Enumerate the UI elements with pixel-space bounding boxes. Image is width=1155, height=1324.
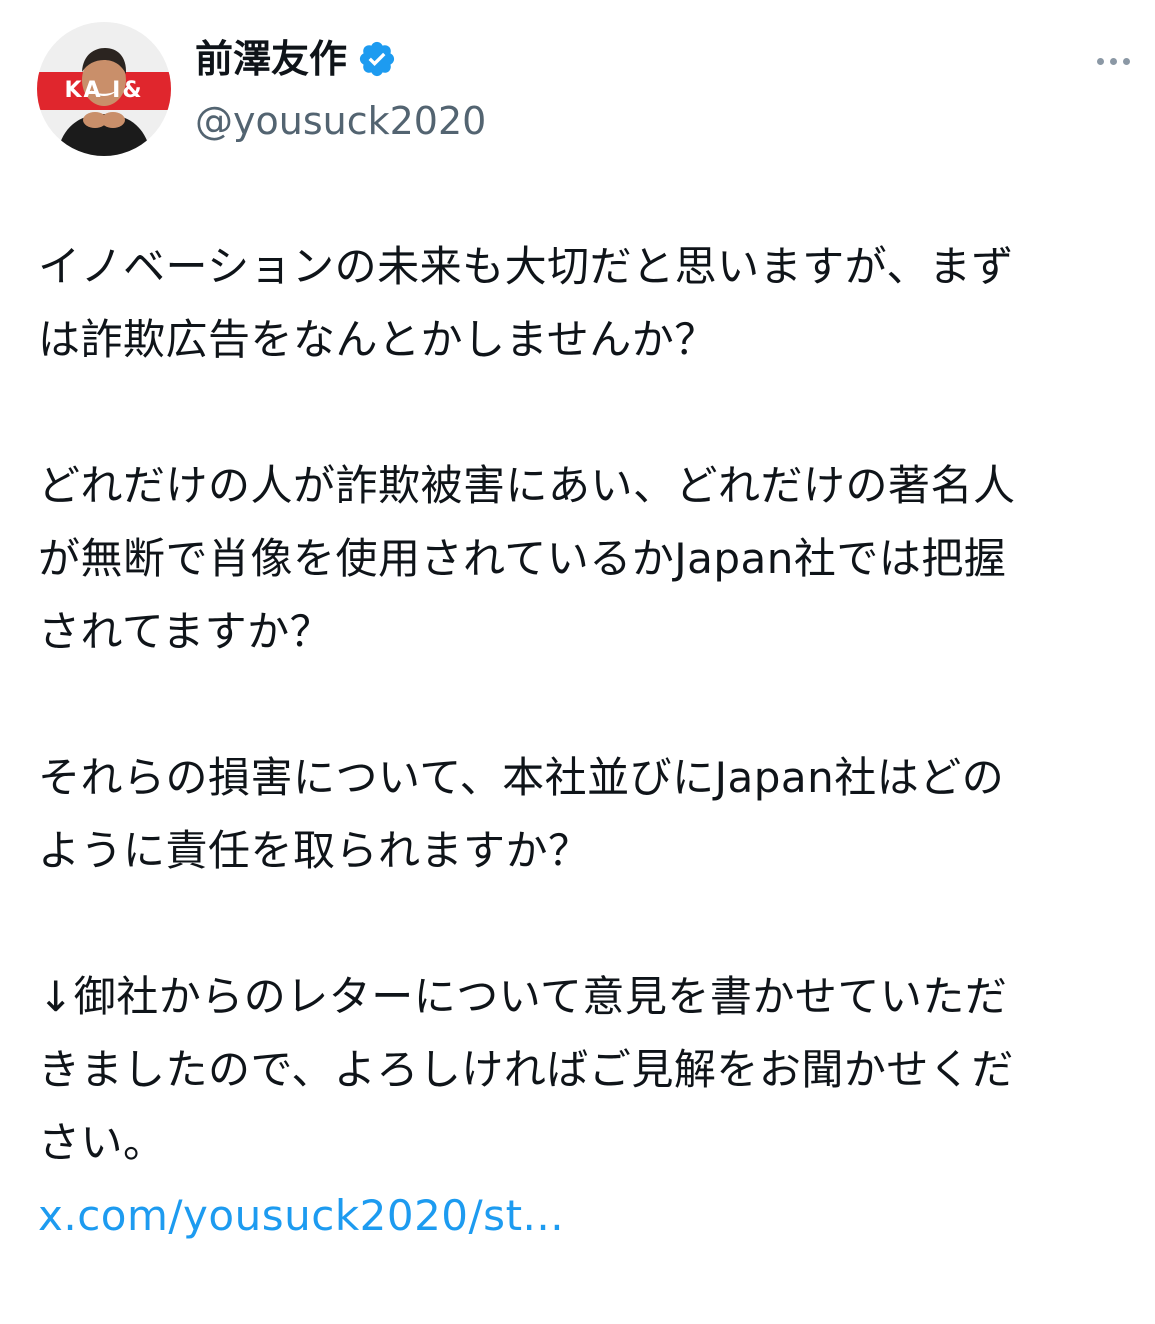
tweet-line: が無断で肖像を使用されているかJapan社では把握 — [38, 534, 1007, 583]
user-handle[interactable]: @yousuck2020 — [195, 92, 486, 150]
tweet-line: どれだけの人が詐欺被害にあい、どれだけの著名人 — [38, 461, 1016, 510]
avatar[interactable]: KA I& — [37, 22, 171, 156]
more-dot — [1109, 57, 1117, 65]
more-options-icon[interactable] — [1089, 44, 1137, 78]
tweet-paragraph-1: イノベーションの未来も大切だと思いますが、まず は詐欺広告をなんとかしませんか？ — [38, 230, 1138, 376]
tweet-header: KA I& 前澤友作 @yousuck2020 — [37, 22, 1137, 162]
tweet-paragraph-2: どれだけの人が詐欺被害にあい、どれだけの著名人 が無断で肖像を使用されているかJ… — [38, 449, 1138, 668]
tweet-paragraph-3: それらの損害について、本社並びにJapan社はどの ように責任を取られますか？ — [38, 741, 1138, 887]
more-dot — [1122, 57, 1130, 65]
tweet-line: ように責任を取られますか？ — [38, 826, 591, 875]
tweet-line: さい。 — [38, 1118, 166, 1167]
tweet-paragraph-4: ↓御社からのレターについて意見を書かせていただ きましたので、よろしければご見解… — [38, 960, 1138, 1179]
tweet-line: は詐欺広告をなんとかしませんか？ — [38, 315, 717, 364]
display-name[interactable]: 前澤友作 — [195, 30, 347, 88]
tweet-line: イノベーションの未来も大切だと思いますが、まず — [38, 242, 1014, 291]
tweet-line: きましたので、よろしければご見解をお聞かせくだ — [38, 1045, 1014, 1094]
display-name-row: 前澤友作 — [195, 30, 486, 88]
tweet-line: されてますか？ — [38, 607, 333, 656]
more-dot — [1096, 57, 1104, 65]
tweet-link[interactable]: x.com/yousuck2020/st... — [38, 1179, 1138, 1252]
tweet-line: ↓御社からのレターについて意見を書かせていただ — [38, 972, 1008, 1021]
user-info: 前澤友作 @yousuck2020 — [195, 30, 486, 150]
avatar-banner-text: KA I& — [64, 78, 144, 103]
tweet-line: それらの損害について、本社並びにJapan社はどの — [38, 753, 1005, 802]
verified-badge-icon — [359, 41, 395, 77]
tweet-text: イノベーションの未来も大切だと思いますが、まず は詐欺広告をなんとかしませんか？… — [38, 230, 1138, 1252]
